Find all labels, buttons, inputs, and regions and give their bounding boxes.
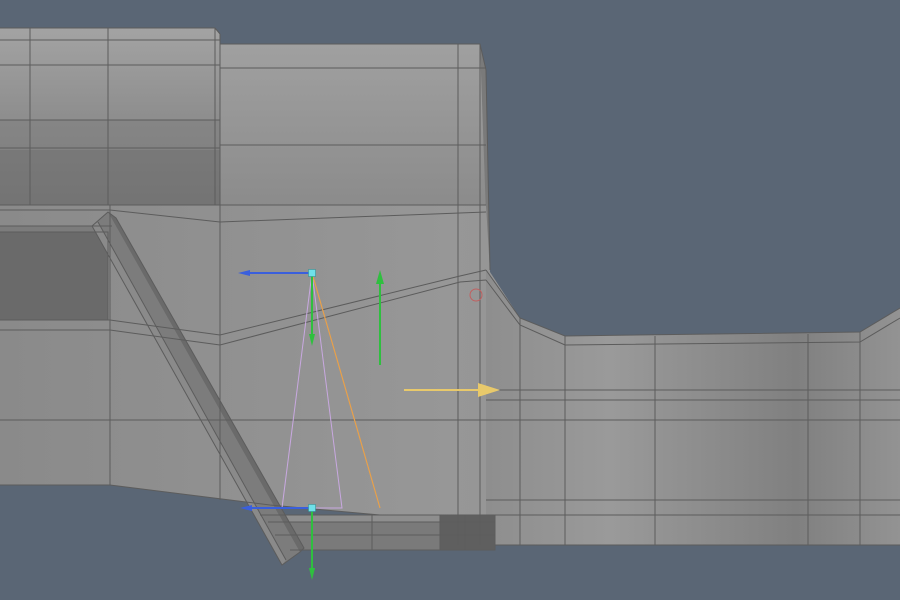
viewport-canvas[interactable] bbox=[0, 0, 900, 600]
spline-handle-bottom[interactable] bbox=[308, 504, 316, 512]
mesh-top-left-block[interactable] bbox=[0, 28, 220, 205]
spline-handle-top[interactable] bbox=[308, 269, 316, 277]
3d-viewport[interactable] bbox=[0, 0, 900, 600]
